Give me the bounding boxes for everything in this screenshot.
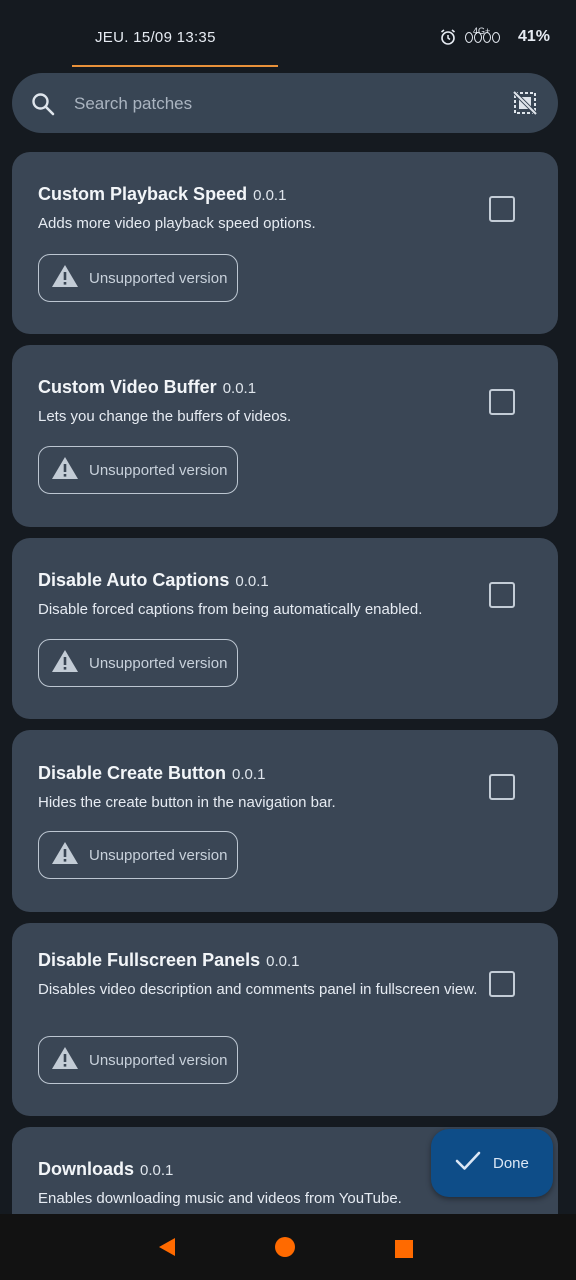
patch-title-row: Custom Video Buffer 0.0.1: [38, 377, 256, 398]
chip-label: Unsupported version: [89, 461, 228, 479]
patch-version: 0.0.1: [253, 187, 287, 204]
patch-version: 0.0.1: [232, 766, 266, 783]
unsupported-version-chip[interactable]: Unsupported version: [38, 831, 238, 879]
patch-card[interactable]: Disable Auto Captions 0.0.1 Disable force…: [12, 538, 558, 719]
patch-version: 0.0.1: [235, 573, 269, 590]
patch-description: Hides the create button in the navigatio…: [38, 794, 336, 811]
alarm-icon: [439, 28, 457, 46]
network-indicator: 4G+: [464, 26, 500, 43]
network-type: 4G+: [472, 25, 491, 36]
chip-label: Unsupported version: [89, 1051, 228, 1069]
warning-icon: [51, 840, 79, 871]
patch-checkbox[interactable]: [489, 774, 515, 800]
status-accent-line: [72, 65, 278, 67]
done-button[interactable]: Done: [431, 1129, 553, 1197]
patch-card[interactable]: Disable Create Button 0.0.1 Hides the cre…: [12, 730, 558, 912]
search-icon[interactable]: [30, 91, 56, 122]
patch-name: Disable Fullscreen Panels: [38, 950, 261, 970]
patch-version: 0.0.1: [266, 953, 300, 970]
patch-description: Enables downloading music and videos fro…: [38, 1190, 402, 1207]
patch-card[interactable]: Custom Video Buffer 0.0.1 Lets you change…: [12, 345, 558, 527]
recents-icon[interactable]: [395, 1240, 413, 1263]
warning-icon: [51, 1045, 79, 1076]
patch-name: Custom Playback Speed: [38, 184, 248, 204]
patch-card[interactable]: Custom Playback Speed 0.0.1 Adds more vid…: [12, 152, 558, 334]
patch-title-row: Disable Create Button 0.0.1: [38, 763, 265, 784]
chip-label: Unsupported version: [89, 654, 228, 672]
unsupported-version-chip[interactable]: Unsupported version: [38, 446, 238, 494]
search-bar[interactable]: [12, 73, 558, 133]
patch-checkbox[interactable]: [489, 971, 515, 997]
patch-description: Disable forced captions from being autom…: [38, 601, 423, 618]
patch-description: Disables video description and comments …: [38, 981, 478, 998]
status-bar: JEU. 15/09 13:35 4G+ 41%: [0, 0, 576, 70]
warning-icon: [51, 648, 79, 679]
unsupported-version-chip[interactable]: Unsupported version: [38, 254, 238, 302]
chip-label: Unsupported version: [89, 846, 228, 864]
check-icon: [455, 1150, 481, 1177]
warning-icon: [51, 455, 79, 486]
patch-description: Lets you change the buffers of videos.: [38, 408, 292, 425]
done-label: Done: [493, 1154, 529, 1172]
unsupported-version-chip[interactable]: Unsupported version: [38, 1036, 238, 1084]
patch-card[interactable]: Disable Fullscreen Panels 0.0.1 Disables …: [12, 923, 558, 1116]
search-input[interactable]: [72, 89, 496, 119]
patch-title-row: Disable Auto Captions 0.0.1: [38, 570, 269, 591]
patch-name: Disable Create Button: [38, 763, 227, 783]
unsupported-version-chip[interactable]: Unsupported version: [38, 639, 238, 687]
system-nav-bar: [0, 1214, 576, 1280]
back-icon[interactable]: [156, 1236, 178, 1263]
patch-checkbox[interactable]: [489, 389, 515, 415]
patch-title-row: Disable Fullscreen Panels 0.0.1: [38, 950, 299, 971]
patch-name: Disable Auto Captions: [38, 570, 230, 590]
patch-description: Adds more video playback speed options.: [38, 215, 316, 232]
patch-title-row: Downloads 0.0.1: [38, 1159, 173, 1180]
patch-checkbox[interactable]: [489, 582, 515, 608]
warning-icon: [51, 263, 79, 294]
battery-percent: 41%: [517, 28, 550, 45]
patch-name: Custom Video Buffer: [38, 377, 217, 397]
patch-version: 0.0.1: [140, 1162, 174, 1179]
status-icons: 4G+ 41%: [439, 26, 550, 46]
status-datetime: JEU. 15/09 13:35: [95, 29, 216, 46]
filter-icon[interactable]: [512, 90, 538, 121]
patch-name: Downloads: [38, 1159, 135, 1179]
chip-label: Unsupported version: [89, 269, 228, 287]
home-icon[interactable]: [274, 1236, 296, 1263]
patch-title-row: Custom Playback Speed 0.0.1: [38, 184, 286, 205]
patch-version: 0.0.1: [222, 380, 257, 397]
patch-checkbox[interactable]: [489, 196, 515, 222]
patch-list: Custom Playback Speed 0.0.1 Adds more vid…: [12, 152, 558, 1214]
